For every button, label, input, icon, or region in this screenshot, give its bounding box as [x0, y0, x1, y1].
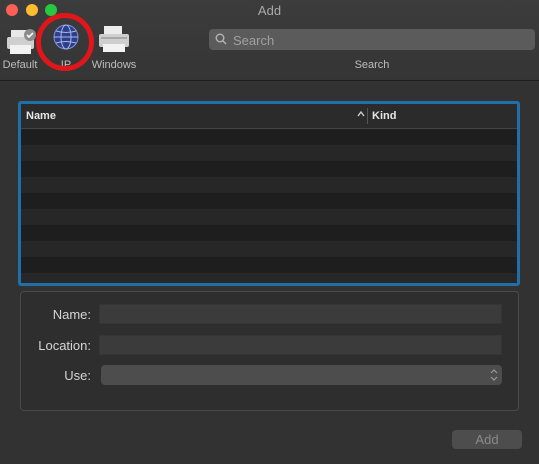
search-field[interactable] — [209, 29, 535, 51]
list-body — [21, 129, 517, 283]
list-row — [21, 241, 517, 257]
list-row — [21, 225, 517, 241]
list-row — [21, 161, 517, 177]
printer-icon — [99, 26, 129, 52]
popup-arrows-icon — [490, 369, 498, 381]
printer-list[interactable]: Name Kind — [18, 101, 520, 286]
tool-default[interactable]: Default — [0, 22, 40, 74]
search-input[interactable] — [231, 30, 530, 51]
use-label: Use: — [64, 368, 91, 383]
location-field[interactable] — [99, 335, 502, 355]
list-row — [21, 177, 517, 193]
search-caption: Search — [354, 59, 390, 71]
column-divider[interactable] — [367, 108, 368, 124]
sort-ascending-icon[interactable] — [357, 110, 365, 118]
printer-details: Name: Location: Use: — [20, 291, 519, 411]
list-row — [21, 257, 517, 273]
search-icon — [215, 33, 227, 45]
tool-windows[interactable]: Windows — [88, 22, 140, 74]
tool-default-label: Default — [2, 59, 38, 71]
printer-icon — [7, 29, 36, 54]
window-title: Add — [257, 3, 282, 18]
highlight-annotation — [36, 13, 94, 71]
location-label: Location: — [38, 338, 91, 353]
column-header-kind[interactable]: Kind — [372, 110, 396, 122]
list-row — [21, 129, 517, 145]
tool-windows-label: Windows — [91, 59, 137, 71]
toolbar: Add Default IP Windows Search Search — [0, 0, 539, 81]
list-row — [21, 193, 517, 209]
add-button[interactable]: Add — [452, 430, 522, 449]
column-header-name[interactable]: Name — [26, 110, 56, 122]
list-header: Name Kind — [21, 104, 517, 129]
list-row — [21, 209, 517, 225]
use-select[interactable] — [101, 365, 502, 385]
name-field[interactable] — [99, 304, 502, 324]
list-row — [21, 273, 517, 283]
name-label: Name: — [52, 307, 91, 322]
list-row — [21, 145, 517, 161]
